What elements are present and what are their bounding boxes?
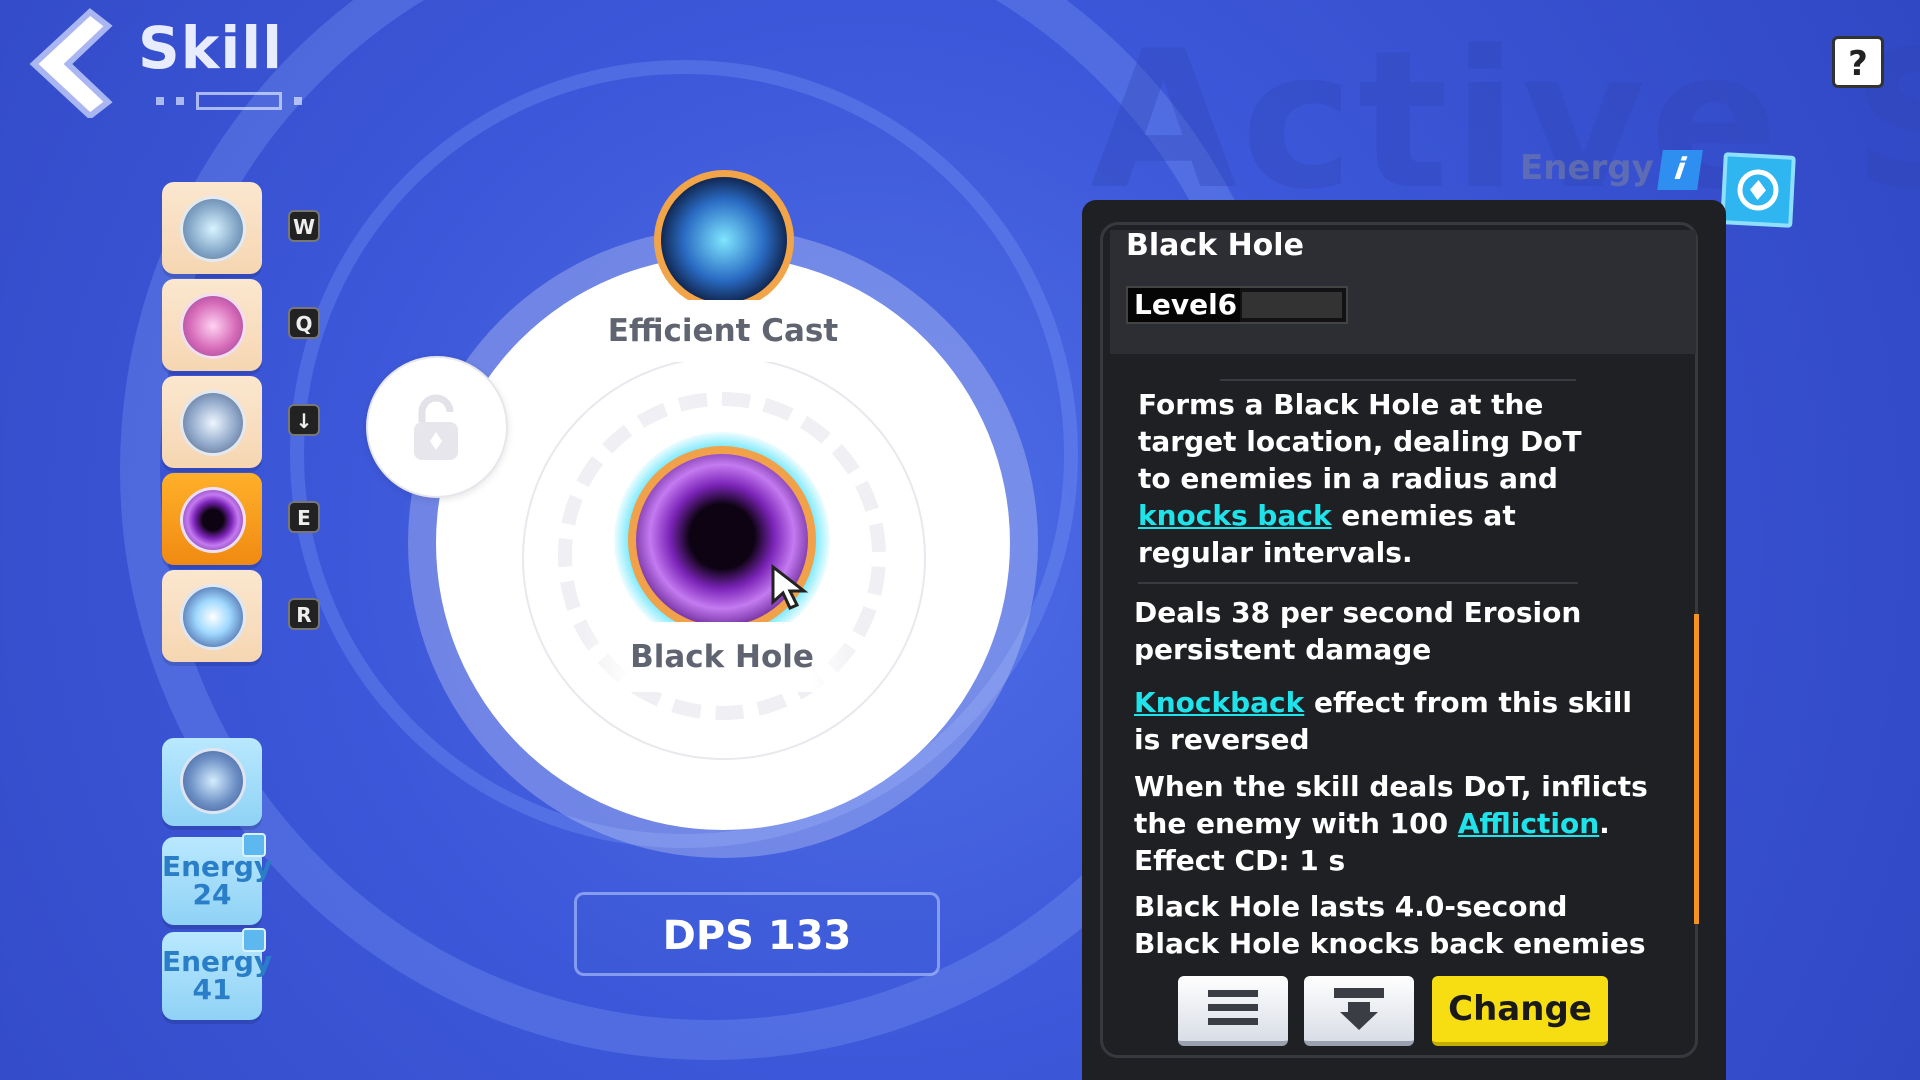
info-button[interactable]: i bbox=[1657, 150, 1703, 190]
knocks-back-link[interactable]: knocks back bbox=[1138, 499, 1332, 532]
level-bar: Level6 bbox=[1126, 286, 1348, 324]
mouse-cursor-icon bbox=[771, 564, 809, 610]
main-skill-slot[interactable] bbox=[614, 432, 830, 648]
divider bbox=[1138, 582, 1578, 584]
dps-display: DPS 133 bbox=[574, 892, 940, 976]
wind-slash-icon bbox=[180, 196, 246, 262]
level-progress-track bbox=[1242, 292, 1342, 318]
back-button[interactable] bbox=[28, 8, 114, 120]
page-indicator bbox=[156, 92, 302, 110]
lock-icon bbox=[414, 394, 458, 460]
skill-slot-r[interactable] bbox=[162, 570, 262, 662]
effect-item-duration: Black Hole lasts 4.0-second Black Hole k… bbox=[1134, 890, 1646, 960]
support-slot-3[interactable]: Energy 41 bbox=[162, 928, 273, 1020]
support-slot-energy-label: Energy bbox=[162, 945, 273, 978]
efficient-cast-icon[interactable] bbox=[654, 170, 794, 310]
menu-icon bbox=[1208, 990, 1258, 1025]
effect-item-damage: Deals 38 per second Erosion persistent d… bbox=[1134, 596, 1582, 666]
key-badge-q: Q bbox=[288, 307, 320, 339]
skill-slot-e[interactable] bbox=[162, 473, 262, 565]
main-skill-label: Black Hole bbox=[582, 622, 862, 692]
support-slot-energy-value: 41 bbox=[192, 973, 232, 1006]
effect-item-affliction: When the skill deals DoT, inflicts the e… bbox=[1134, 770, 1648, 877]
support-slot-energy-value: 24 bbox=[192, 878, 232, 911]
potion-icon bbox=[180, 293, 246, 359]
change-button[interactable]: Change bbox=[1432, 976, 1608, 1046]
locked-slot[interactable] bbox=[366, 356, 508, 498]
energy-label: Energy bbox=[1520, 148, 1654, 188]
key-badge-e: E bbox=[288, 501, 320, 533]
support-slot-energy-label: Energy bbox=[162, 850, 273, 883]
ice-burst-icon bbox=[180, 584, 246, 650]
key-badge-r: R bbox=[288, 598, 320, 630]
divider bbox=[1220, 379, 1576, 381]
key-badge-w: W bbox=[288, 210, 320, 242]
spirit-icon bbox=[180, 748, 246, 814]
energy-toggle-button[interactable] bbox=[1720, 152, 1796, 228]
skill-level: Level6 bbox=[1128, 288, 1240, 322]
skill-detail-panel: Black Hole Level6 Forms a Black Hole at … bbox=[1082, 200, 1726, 1080]
download-icon bbox=[1334, 988, 1384, 1030]
page-title: Skill bbox=[138, 14, 283, 82]
support-slot-2[interactable]: Energy 24 bbox=[162, 833, 273, 925]
skill-slot-movement[interactable] bbox=[162, 376, 262, 468]
panel-scrollbar[interactable] bbox=[1694, 614, 1699, 924]
support-slot-1[interactable] bbox=[162, 738, 262, 826]
unequip-button[interactable] bbox=[1304, 976, 1414, 1046]
dash-icon bbox=[180, 390, 246, 456]
support-skill-label: Efficient Cast bbox=[568, 300, 878, 362]
effect-item-knockback: Knockback effect from this skill is reve… bbox=[1134, 686, 1632, 756]
skill-slot-q[interactable] bbox=[162, 279, 262, 371]
menu-button[interactable] bbox=[1178, 976, 1288, 1046]
skill-description: Forms a Black Hole at the target locatio… bbox=[1138, 388, 1582, 569]
skill-slot-w[interactable] bbox=[162, 182, 262, 274]
affliction-link[interactable]: Affliction bbox=[1458, 807, 1599, 840]
skill-name: Black Hole bbox=[1126, 228, 1304, 263]
black-hole-icon bbox=[180, 487, 246, 553]
chevron-left-icon bbox=[29, 8, 113, 120]
key-badge-movement: ↓ bbox=[288, 404, 320, 436]
knockback-link[interactable]: Knockback bbox=[1134, 686, 1304, 719]
background-title-watermark: Active Sk bbox=[1090, 10, 1920, 231]
help-button[interactable]: ? bbox=[1832, 36, 1884, 88]
energy-swirl-icon bbox=[1737, 169, 1779, 211]
